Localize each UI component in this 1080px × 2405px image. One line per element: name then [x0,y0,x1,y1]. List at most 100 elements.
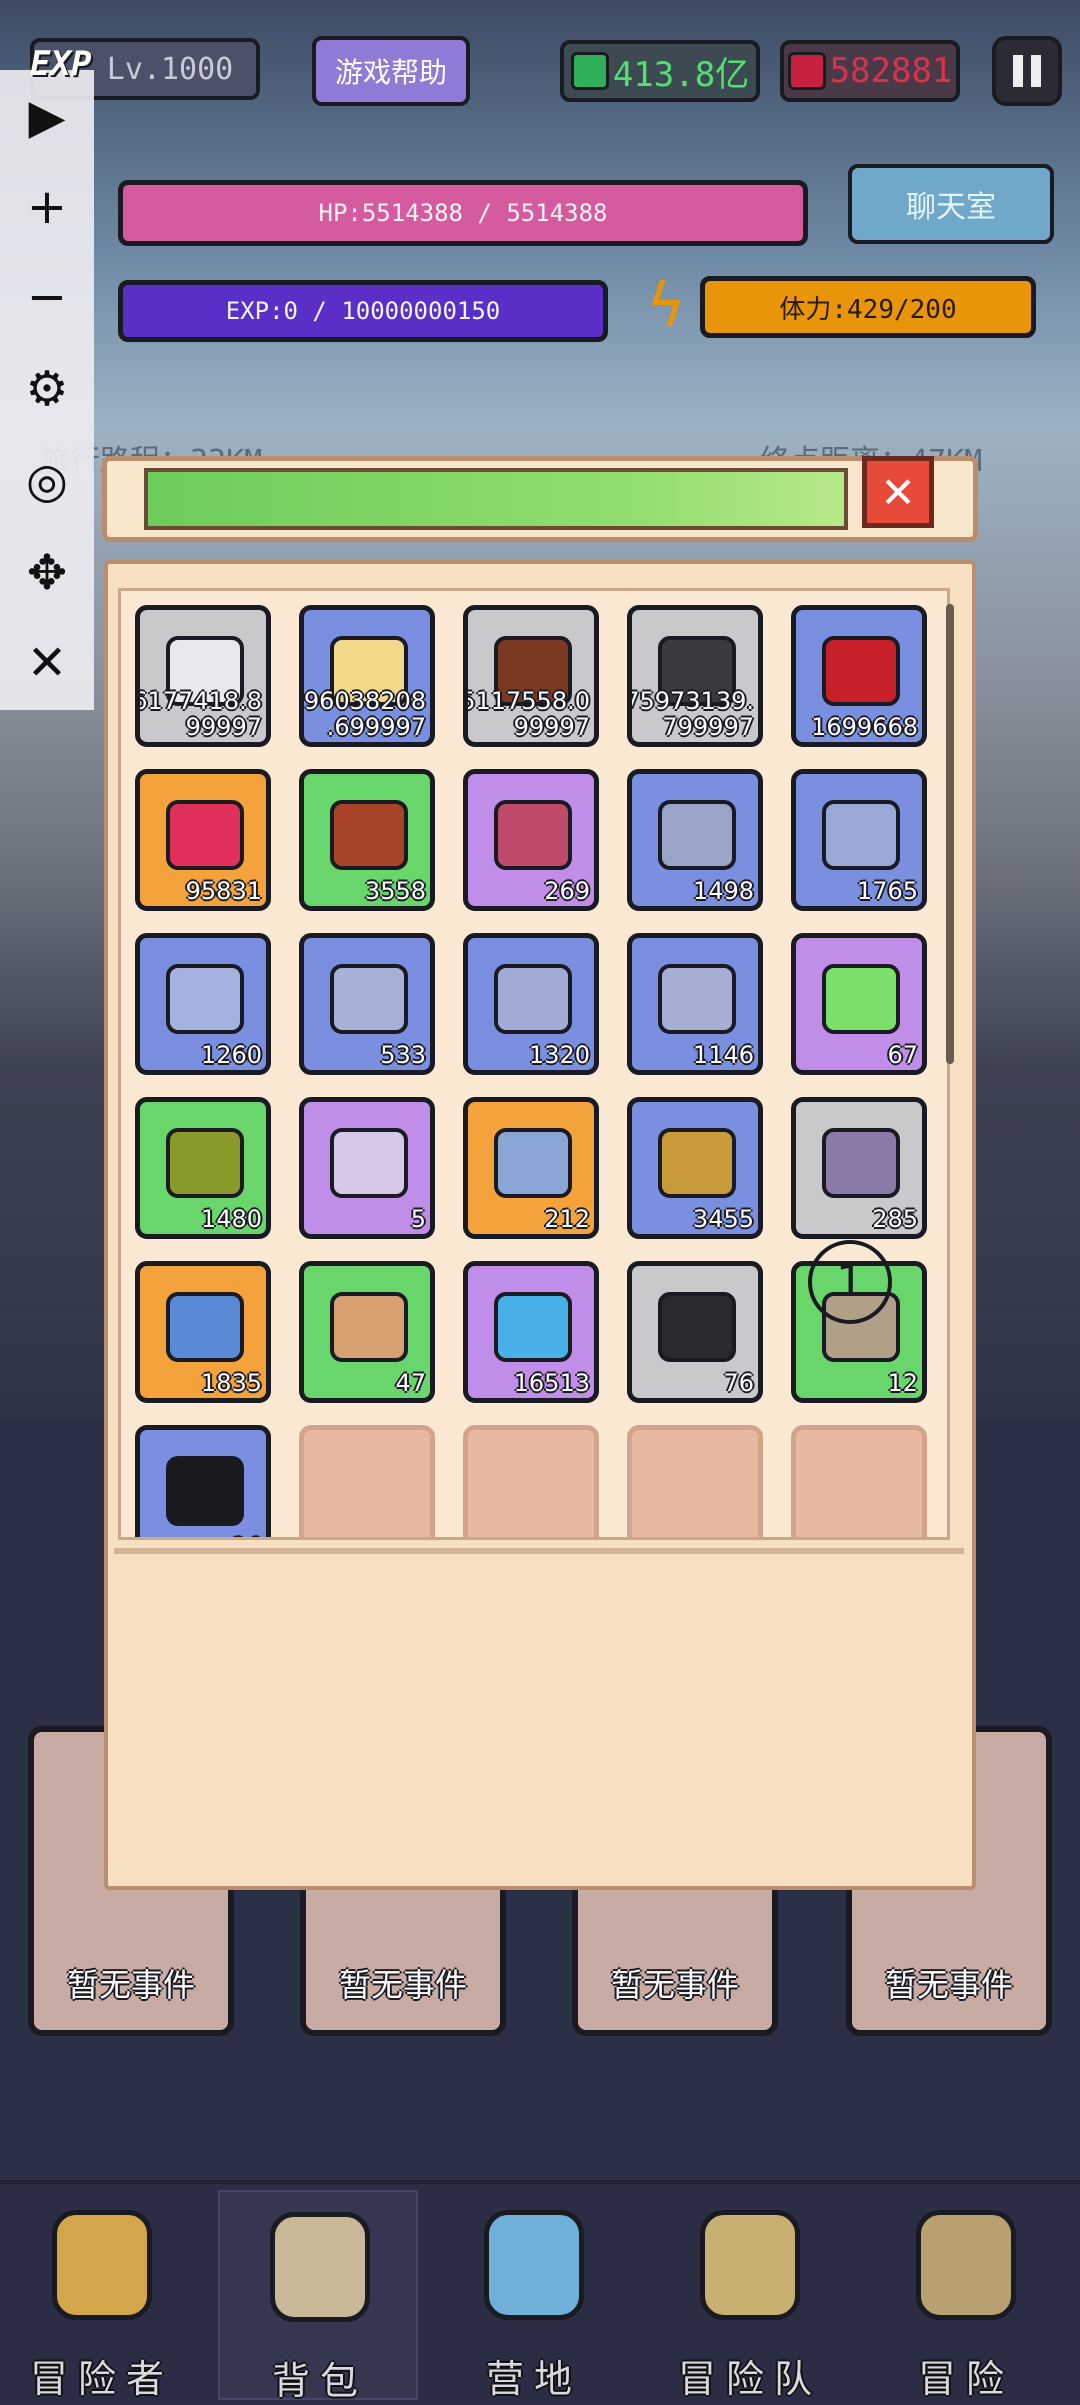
inventory-slot[interactable]: 16513 [463,1261,599,1403]
item-count: 5 [410,1205,426,1233]
inventory-slot[interactable]: 1320 [463,933,599,1075]
inventory-slot[interactable]: 285 [791,1097,927,1239]
item-count: 1498 [692,877,754,905]
stamina-text: 体力:429/200 [779,294,957,325]
play-icon[interactable]: ▶ [14,84,80,150]
nav-item[interactable]: 冒险队 [650,2190,850,2401]
hidden-eye-icon[interactable]: ◎ [14,448,80,514]
pause-button[interactable] [992,36,1062,106]
empty-slot[interactable] [627,1425,763,1537]
robot-ghost-icon [658,800,736,870]
item-count: 285 [872,1205,918,1233]
inventory-slot[interactable]: 3558 [299,769,435,911]
inventory-slot[interactable]: 296038208 .699997 [299,605,435,747]
nav-item[interactable]: 背包 [218,2190,418,2403]
silver-ore-icon [822,1128,900,1198]
coal-icon [658,1292,736,1362]
pause-icon [1013,55,1023,87]
item-count: 6177418.8 99997 [135,687,262,741]
plus-icon[interactable]: + [14,174,80,240]
item-count: 1765 [856,877,918,905]
inventory-slot[interactable]: 1146 [627,933,763,1075]
chat-room-button[interactable]: 聊天室 [848,164,1054,244]
gear-icon[interactable]: ⚙ [14,356,80,422]
item-count: 533 [380,1041,426,1069]
item-count: 212 [544,1205,590,1233]
event-card-label: 暂无事件 [66,1966,195,2004]
nav-item[interactable]: 冒险者 [2,2190,202,2401]
item-count: 1835 [200,1369,262,1397]
event-card-label: 暂无事件 [338,1966,467,2004]
rainbow-gem-icon [166,1292,244,1362]
game-help-button[interactable]: 游戏帮助 [312,36,470,106]
empty-slot[interactable] [299,1425,435,1537]
ruby-currency: 582881 [780,40,960,102]
item-count: 95831 [185,877,262,905]
inventory-slot[interactable]: 5 [299,1097,435,1239]
helmet-ghost-icon [330,964,408,1034]
exp-bar: EXP:0 / 10000000150 [118,280,608,342]
chest-icon [166,1456,244,1526]
item-count: 269 [544,877,590,905]
shield-ghost-icon [166,964,244,1034]
inventory-title-bar [144,468,848,530]
nav-label: 冒险者 [29,2357,174,2401]
red-crystal-icon [166,800,244,870]
crown-icon [52,2210,152,2320]
inventory-slot[interactable]: 533 [299,933,435,1075]
nav-item[interactable]: 营地 [434,2190,634,2401]
nav-item[interactable]: 冒险 [866,2190,1066,2401]
move-icon[interactable]: ✥ [14,540,80,606]
inventory-slot[interactable]: 212 [463,1097,599,1239]
grid-divider [114,1548,964,1554]
inventory-slot[interactable]: 47 [299,1261,435,1403]
item-count: 12 [887,1369,918,1397]
item-count: 1146 [692,1041,754,1069]
inventory-slot[interactable]: 1480 [135,1097,271,1239]
item-count: 76 [723,1369,754,1397]
empty-slot[interactable] [463,1425,599,1537]
inventory-slot[interactable]: 76 [627,1261,763,1403]
inventory-slot[interactable]: 1498 [627,769,763,911]
empty-slot[interactable] [791,1425,927,1537]
inventory-slot[interactable]: 1835 [135,1261,271,1403]
inventory-scrollbar[interactable] [946,604,954,1064]
inventory-slot[interactable]: 75973139. 799997 [627,605,763,747]
camp-icon [484,2210,584,2320]
stamina-bar: 体力:429/200 [700,276,1036,338]
ruby-amount: 582881 [829,51,953,91]
inventory-slot[interactable]: 26 [135,1425,271,1537]
pants-ghost-icon [658,964,736,1034]
item-count: 3455 [692,1205,754,1233]
gem-currency: 413.8亿 [560,40,760,102]
target-crosshair-icon: 1 [808,1240,892,1324]
item-count: 1260 [200,1041,262,1069]
item-count: 47 [395,1369,426,1397]
inventory-slot[interactable]: 95831 [135,769,271,911]
item-count: 75973139. 799997 [627,687,754,741]
inventory-slot[interactable]: 3455 [627,1097,763,1239]
inventory-grid: 6177418.8 99997 296038208 .699997 5117558.… [118,588,950,1540]
item-count: 1320 [528,1041,590,1069]
close-icon[interactable]: ✕ [14,630,80,696]
hp-bar: HP:5514388 / 5514388 [118,180,808,246]
exp-logo: EXP [30,44,92,84]
minus-icon[interactable]: − [14,264,80,330]
gem-amount: 413.8亿 [612,54,750,95]
level-text: Lv.1000 [106,51,234,87]
inventory-slot[interactable]: 5117558.0 99997 [463,605,599,747]
item-count: 5117558.0 99997 [463,687,590,741]
close-inventory-button[interactable]: ✕ [862,456,934,528]
item-count: 3558 [364,877,426,905]
inventory-slot[interactable]: 1260 [135,933,271,1075]
meat-icon [822,636,900,706]
inventory-slot[interactable]: 67 [791,933,927,1075]
inventory-slot[interactable]: 1699668 [791,605,927,747]
inventory-slot[interactable]: 269 [463,769,599,911]
inventory-slot[interactable]: 1765 [791,769,927,911]
nav-label: 冒险队 [677,2357,822,2401]
item-count: 16513 [513,1369,590,1397]
inventory-slot[interactable]: 6177418.8 99997 [135,605,271,747]
slime-icon [822,964,900,1034]
ring-ghost-icon [494,964,572,1034]
